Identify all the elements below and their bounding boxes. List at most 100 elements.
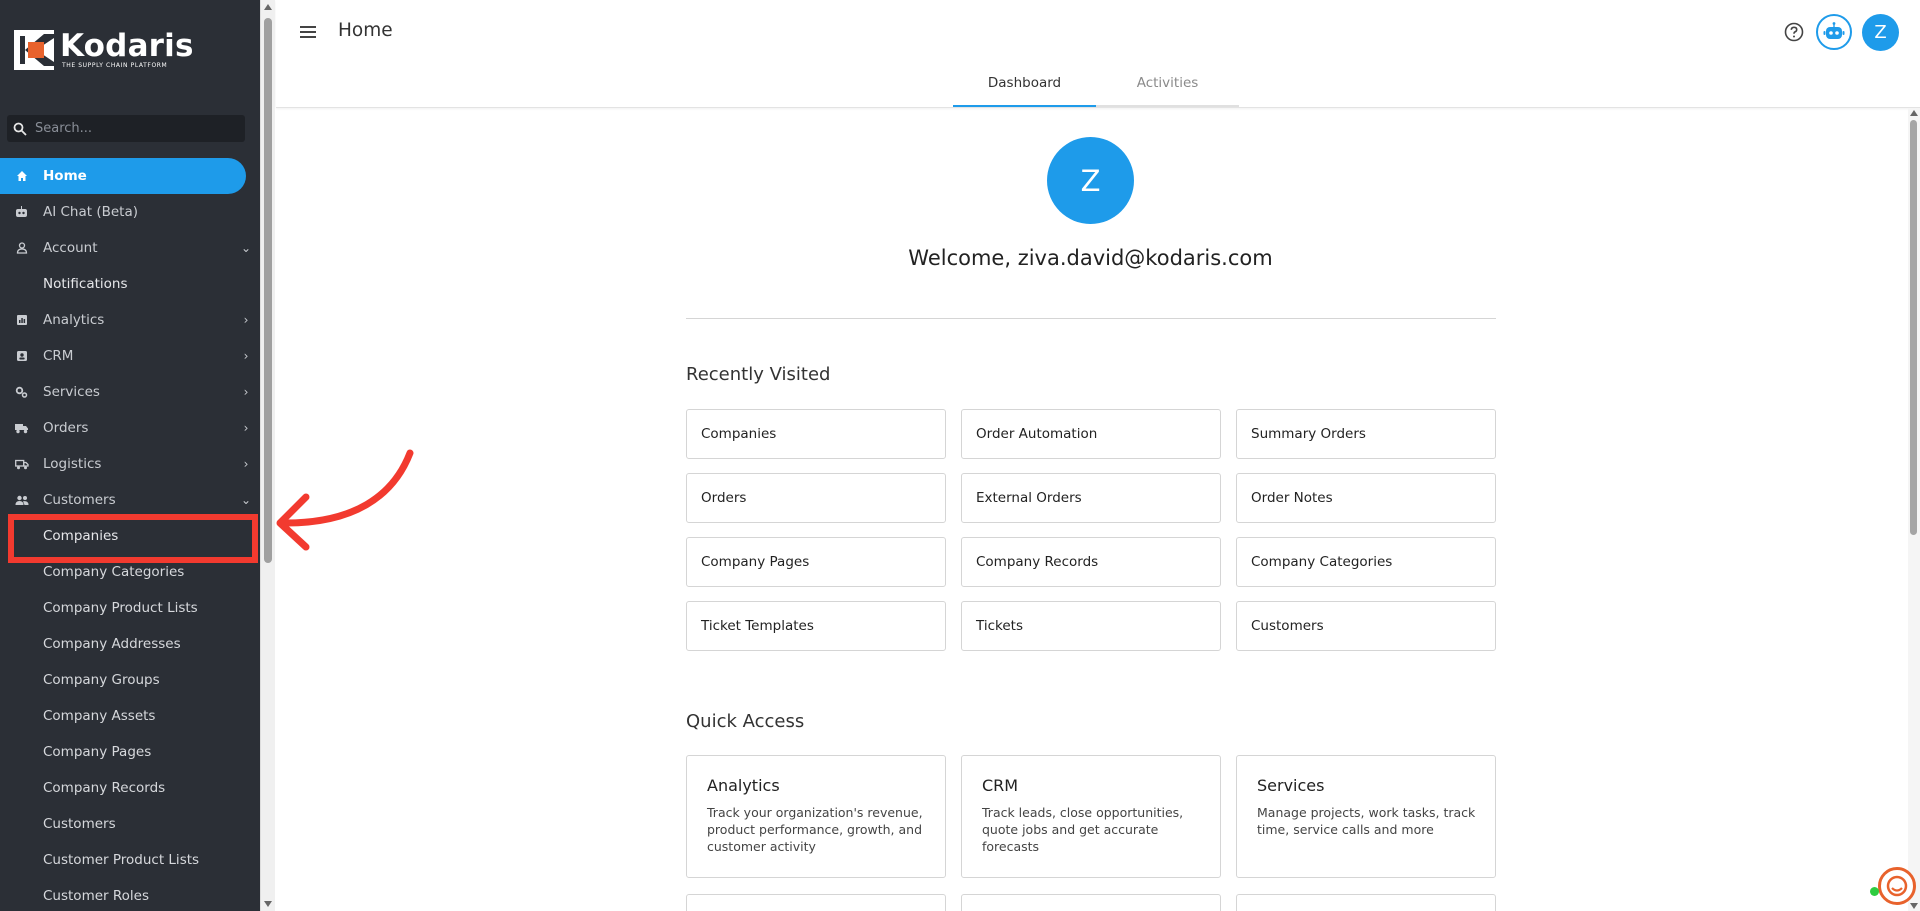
recent-link-companies[interactable]: Companies <box>686 409 946 459</box>
profile-avatar: Z <box>1047 137 1134 224</box>
annotation-highlight-box <box>8 514 258 563</box>
sidebar-item-label: Customers <box>43 492 116 508</box>
sidebar: Kodaris THE SUPPLY CHAIN PLATFORM Home A… <box>0 0 260 911</box>
sidebar-item-customers[interactable]: Customers ⌄ <box>0 482 260 518</box>
sidebar-item-label: Orders <box>43 420 89 436</box>
scrollbar-thumb[interactable] <box>1910 120 1917 535</box>
card-title: CRM <box>982 776 1019 795</box>
hamburger-menu-icon[interactable] <box>298 22 320 42</box>
sidebar-item-company-addresses[interactable]: Company Addresses <box>0 626 260 662</box>
scroll-down-arrow-icon[interactable] <box>264 901 272 907</box>
quick-access-card-crm[interactable]: CRM Track leads, close opportunities, qu… <box>961 755 1221 878</box>
recent-link-order-notes[interactable]: Order Notes <box>1236 473 1496 523</box>
recent-link-external-orders[interactable]: External Orders <box>961 473 1221 523</box>
chevron-right-icon: › <box>243 313 249 327</box>
truck-icon <box>0 423 43 434</box>
recent-link-tickets[interactable]: Tickets <box>961 601 1221 651</box>
tab-dashboard[interactable]: Dashboard <box>953 70 1096 107</box>
sidebar-item-company-pages[interactable]: Company Pages <box>0 734 260 770</box>
quick-access-card[interactable] <box>961 894 1221 911</box>
sidebar-item-label: Company Records <box>43 780 166 796</box>
sidebar-item-orders[interactable]: Orders › <box>0 410 260 446</box>
scroll-up-arrow-icon[interactable] <box>264 4 272 10</box>
recent-link-summary-orders[interactable]: Summary Orders <box>1236 409 1496 459</box>
recently-visited-title: Recently Visited <box>686 364 831 385</box>
online-status-dot <box>1870 887 1879 896</box>
annotation-arrow-icon <box>276 449 414 551</box>
chevron-down-icon: ⌄ <box>240 241 252 255</box>
chevron-right-icon: › <box>243 385 249 399</box>
sidebar-search[interactable] <box>7 115 245 142</box>
sidebar-item-label: CRM <box>43 348 74 364</box>
sidebar-item-customers-list[interactable]: Customers <box>0 806 260 842</box>
sidebar-item-services[interactable]: Services › <box>0 374 260 410</box>
recent-link-customers[interactable]: Customers <box>1236 601 1496 651</box>
recent-link-order-automation[interactable]: Order Automation <box>961 409 1221 459</box>
scroll-down-arrow-icon[interactable] <box>1910 903 1918 909</box>
sidebar-item-company-groups[interactable]: Company Groups <box>0 662 260 698</box>
sidebar-item-company-product-lists[interactable]: Company Product Lists <box>0 590 260 626</box>
chevron-right-icon: › <box>243 421 249 435</box>
sidebar-item-home[interactable]: Home <box>0 158 246 194</box>
search-icon <box>13 122 27 136</box>
quick-access-card-services[interactable]: Services Manage projects, work tasks, tr… <box>1236 755 1496 878</box>
sidebar-item-analytics[interactable]: Analytics › <box>0 302 260 338</box>
recent-link-orders[interactable]: Orders <box>686 473 946 523</box>
quick-access-card[interactable] <box>1236 894 1496 911</box>
recent-link-company-pages[interactable]: Company Pages <box>686 537 946 587</box>
sidebar-item-label: Customer Roles <box>43 888 149 904</box>
recent-link-company-records[interactable]: Company Records <box>961 537 1221 587</box>
help-icon[interactable] <box>1783 21 1805 43</box>
welcome-message: Welcome, ziva.david@kodaris.com <box>908 246 1273 270</box>
contact-icon <box>0 350 43 362</box>
quick-access-title: Quick Access <box>686 711 805 732</box>
sidebar-item-label: Customer Product Lists <box>43 852 200 868</box>
sidebar-item-label: Company Assets <box>43 708 156 724</box>
scroll-up-arrow-icon[interactable] <box>1910 110 1918 116</box>
chevron-right-icon: › <box>243 457 249 471</box>
chat-bubble-icon <box>1886 875 1908 897</box>
quick-access-grid: Analytics Track your organization's reve… <box>686 755 1497 911</box>
sidebar-item-customer-product-lists[interactable]: Customer Product Lists <box>0 842 260 878</box>
sidebar-item-company-records[interactable]: Company Records <box>0 770 260 806</box>
recently-visited-grid: Companies Order Automation Summary Order… <box>686 409 1497 651</box>
tab-activities[interactable]: Activities <box>1096 70 1239 107</box>
ai-assistant-button[interactable] <box>1816 14 1852 50</box>
quick-access-card-analytics[interactable]: Analytics Track your organization's reve… <box>686 755 946 878</box>
sidebar-item-notifications[interactable]: Notifications <box>0 266 260 302</box>
sidebar-item-crm[interactable]: CRM › <box>0 338 260 374</box>
recent-link-ticket-templates[interactable]: Ticket Templates <box>686 601 946 651</box>
brand-name: Kodaris <box>60 28 194 64</box>
kodaris-logo[interactable]: Kodaris THE SUPPLY CHAIN PLATFORM <box>14 30 194 70</box>
sidebar-item-ai-chat[interactable]: AI Chat (Beta) <box>0 194 260 230</box>
chart-icon <box>0 314 43 326</box>
gears-icon <box>0 386 43 398</box>
card-title: Analytics <box>707 776 780 795</box>
search-input[interactable] <box>35 121 235 136</box>
card-description: Track your organization's revenue, produ… <box>707 805 923 854</box>
sidebar-item-label: Company Addresses <box>43 636 181 652</box>
kodaris-logo-icon <box>14 30 54 70</box>
sidebar-item-label: Company Product Lists <box>43 600 198 616</box>
sidebar-item-label: Home <box>43 168 87 184</box>
divider <box>686 318 1496 319</box>
sidebar-item-logistics[interactable]: Logistics › <box>0 446 260 482</box>
sidebar-item-label: Company Pages <box>43 744 152 760</box>
top-bar: Home Z Dashboard Activities <box>276 0 1920 108</box>
sidebar-item-label: Company Categories <box>43 564 185 580</box>
sidebar-item-customer-roles[interactable]: Customer Roles <box>0 878 260 911</box>
main-scrollbar[interactable] <box>1908 108 1920 911</box>
support-chat-button[interactable] <box>1878 867 1916 905</box>
recent-link-company-categories[interactable]: Company Categories <box>1236 537 1496 587</box>
card-description: Track leads, close opportunities, quote … <box>982 805 1184 854</box>
sidebar-item-company-assets[interactable]: Company Assets <box>0 698 260 734</box>
sidebar-item-label: Logistics <box>43 456 102 472</box>
user-avatar[interactable]: Z <box>1862 14 1899 51</box>
robot-icon <box>0 206 43 218</box>
sidebar-item-account[interactable]: Account ⌄ <box>0 230 260 266</box>
quick-access-card[interactable] <box>686 894 946 911</box>
sidebar-item-label: Account <box>43 240 98 256</box>
sidebar-item-label: Customers <box>43 816 116 832</box>
chevron-down-icon: ⌄ <box>240 493 252 507</box>
tab-bar: Dashboard Activities <box>953 70 1239 107</box>
